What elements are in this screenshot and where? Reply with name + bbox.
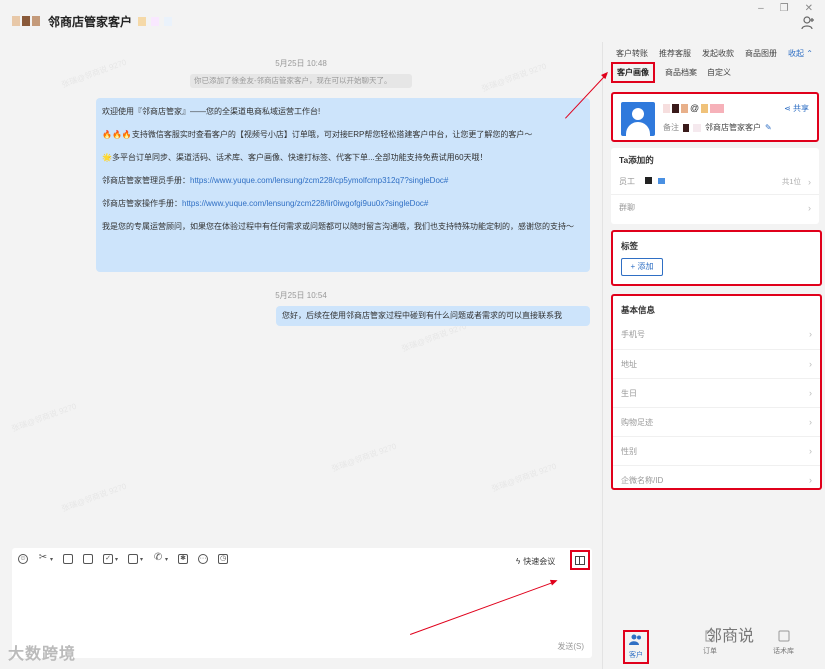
- tab-initiate-payment[interactable]: 发起收款: [702, 48, 734, 59]
- field-wecom-name[interactable]: 企微名称/ID ›: [613, 465, 820, 494]
- tab-custom[interactable]: 自定义: [707, 67, 731, 78]
- add-person-icon[interactable]: [801, 16, 815, 30]
- customer-card: @ ⋖ 共享 备注 邻商店管家客户 ✎: [611, 92, 819, 142]
- watermark: 张瑞@邻商说 9270: [490, 461, 558, 494]
- basic-info-card: 基本信息 手机号 › 地址 › 生日 › 购物足迹 › 性别 › 企微名称/ID ›: [611, 294, 822, 490]
- panel-tabs-top: 客户转账 推荐客服 发起收款 商品图册 收起 ⌃: [616, 48, 813, 59]
- operation-manual-line: 邻商店管家操作手册：https://www.yuque.com/lensung/…: [102, 199, 429, 208]
- system-message: 你已添加了徐金友-邻商店管家客户，现在可以开始聊天了。: [190, 74, 412, 88]
- tab-customer-profile[interactable]: 客户画像: [611, 62, 655, 83]
- checklist-icon[interactable]: ✓: [103, 554, 114, 564]
- message-bubble-welcome[interactable]: 欢迎使用『邻商店管家』——您的全渠道电商私域运营工作台! 🔥🔥🔥支持微信客服实时…: [96, 98, 590, 272]
- panel-tabs-secondary: 客户画像 商品档案 自定义: [611, 62, 731, 83]
- chevron-down-icon[interactable]: ▾: [115, 556, 118, 563]
- tab-product-archive[interactable]: 商品档案: [665, 67, 697, 78]
- star-icon[interactable]: ✱: [178, 554, 189, 564]
- features-line: 🌟多平台订单同步、渠道活码、话术库、客户画像、快速打标签、代客下单...全部功能…: [102, 153, 488, 162]
- add-tag-button[interactable]: + 添加: [621, 258, 663, 276]
- field-phone[interactable]: 手机号 ›: [613, 320, 820, 349]
- chevron-right-icon: ›: [809, 359, 812, 369]
- sidebar-icon: [575, 555, 585, 565]
- advisor-line: 我是您的专属运营顾问，如果您在体验过程中有任何需求或问题都可以随时留言沟通哦，我…: [102, 222, 574, 231]
- avatar-pixels: [12, 16, 40, 26]
- phone-icon[interactable]: ✆: [153, 553, 163, 564]
- customers-icon: [629, 634, 641, 645]
- chevron-right-icon: ›: [809, 475, 812, 485]
- chat-title: 邻商店管家客户: [48, 14, 133, 29]
- feature-line: 🔥🔥🔥支持微信客服实时查看客户的【视频号小店】订单哦，可对接ERP帮您轻松搭建客…: [102, 130, 533, 139]
- field-birthday[interactable]: 生日 ›: [613, 378, 820, 407]
- welcome-line: 欢迎使用『邻商店管家』——您的全渠道电商私域运营工作台!: [102, 107, 321, 116]
- title-bar: 邻商店管家客户 – ❐ ✕: [0, 0, 825, 42]
- watermark-logo-right: 邻商说: [706, 628, 755, 645]
- timestamp: 5月25日 10:54: [275, 291, 327, 300]
- staff-avatar: [645, 177, 653, 184]
- chat-area: 张瑞@邻商说 9270 张瑞@邻商说 9270 张瑞@邻商说 9270 张瑞@邻…: [0, 42, 602, 547]
- tags-card: 标签 + 添加: [611, 230, 822, 286]
- script-library-icon: [778, 630, 789, 642]
- customer-panel: 客户转账 推荐客服 发起收款 商品图册 收起 ⌃ 客户画像 商品档案 自定义 @…: [602, 42, 825, 669]
- star-emoji: 🌟: [102, 153, 112, 162]
- message-input-area[interactable]: ☺ ✂ ▾ ✓ ▾ ▾ ✆ ▾ ✱ ··· ◷ ϟ 快速会议 发送(S): [12, 548, 592, 658]
- nav-customers[interactable]: 客户: [623, 630, 649, 664]
- folder-icon[interactable]: [128, 554, 139, 564]
- chevron-right-icon: ›: [809, 388, 812, 398]
- share-button[interactable]: ⋖ 共享: [784, 103, 809, 114]
- watermark: 张瑞@邻商说 9270: [10, 401, 78, 434]
- chevron-right-icon: ›: [808, 177, 811, 187]
- group-chat-row[interactable]: 群聊 ›: [611, 194, 819, 220]
- input-toolbar: ☺ ✂ ▾ ✓ ▾ ▾ ✆ ▾ ✱ ··· ◷: [18, 553, 229, 564]
- image-icon[interactable]: [63, 554, 74, 564]
- clock-icon[interactable]: ◷: [218, 554, 229, 564]
- chevron-right-icon: ›: [809, 446, 812, 456]
- remark-row: 备注 邻商店管家客户 ✎: [663, 123, 772, 132]
- minimize-button[interactable]: –: [758, 3, 764, 14]
- field-address[interactable]: 地址 ›: [613, 349, 820, 378]
- maximize-button[interactable]: ❐: [780, 3, 789, 14]
- fire-emoji: 🔥🔥🔥: [102, 130, 132, 139]
- field-gender[interactable]: 性别 ›: [613, 436, 820, 465]
- staff-row[interactable]: 员工 共1位 ›: [611, 170, 819, 194]
- watermark: 张瑞@邻商说 9270: [60, 481, 128, 514]
- chevron-right-icon: ›: [808, 203, 811, 213]
- added-by-title: Ta添加的: [619, 155, 654, 165]
- emoji-icon[interactable]: ☺: [18, 554, 28, 564]
- window-controls: – ❐ ✕: [758, 3, 813, 14]
- quick-meeting-button[interactable]: ϟ 快速会议: [516, 556, 555, 567]
- tab-recommend-service[interactable]: 推荐客服: [659, 48, 691, 59]
- customer-name: @: [663, 103, 725, 113]
- document-icon[interactable]: [83, 554, 94, 564]
- customer-avatar[interactable]: [621, 102, 655, 136]
- watermark: 张瑞@邻商说 9270: [330, 441, 398, 474]
- tags-title: 标签: [621, 241, 639, 251]
- admin-manual-line: 邻商店管家管理员手册：https://www.yuque.com/lensung…: [102, 176, 449, 185]
- chevron-right-icon: ›: [809, 417, 812, 427]
- chevron-right-icon: ›: [809, 329, 812, 339]
- more-icon[interactable]: ···: [198, 554, 209, 564]
- lightning-icon: ϟ: [516, 557, 521, 566]
- nav-script-library[interactable]: 话术库: [773, 630, 794, 656]
- timestamp: 5月25日 10:48: [275, 59, 327, 68]
- operation-manual-link[interactable]: https://www.yuque.com/lensung/zcm228/lir…: [182, 199, 428, 208]
- basic-info-title: 基本信息: [621, 305, 656, 315]
- sidebar-toggle-button[interactable]: [570, 550, 590, 570]
- admin-manual-link[interactable]: https://www.yuque.com/lensung/zcm228/cp5…: [190, 176, 448, 185]
- message-bubble-followup[interactable]: 您好，后续在使用邻商店管家过程中碰到有什么问题或者需求的可以直接联系我: [276, 306, 590, 326]
- send-button[interactable]: 发送(S): [557, 641, 584, 652]
- close-button[interactable]: ✕: [805, 3, 813, 14]
- chevron-down-icon[interactable]: ▾: [140, 556, 143, 563]
- chevron-down-icon[interactable]: ▾: [165, 556, 168, 563]
- edit-icon[interactable]: ✎: [765, 123, 772, 132]
- tab-customer-transfer[interactable]: 客户转账: [616, 48, 648, 59]
- watermark-logo-left: 大数跨境: [8, 646, 77, 663]
- title-decoration: [138, 16, 173, 26]
- field-shopping-history[interactable]: 购物足迹 ›: [613, 407, 820, 436]
- added-by-card: Ta添加的 员工 共1位 › 群聊 ›: [611, 148, 819, 224]
- chevron-down-icon[interactable]: ▾: [50, 556, 53, 563]
- share-icon: ⋖: [784, 104, 793, 113]
- folder-icon: [658, 178, 666, 184]
- collapse-button[interactable]: 收起 ⌃: [788, 48, 813, 59]
- scissors-icon[interactable]: ✂: [38, 553, 48, 564]
- tab-product-album[interactable]: 商品图册: [745, 48, 777, 59]
